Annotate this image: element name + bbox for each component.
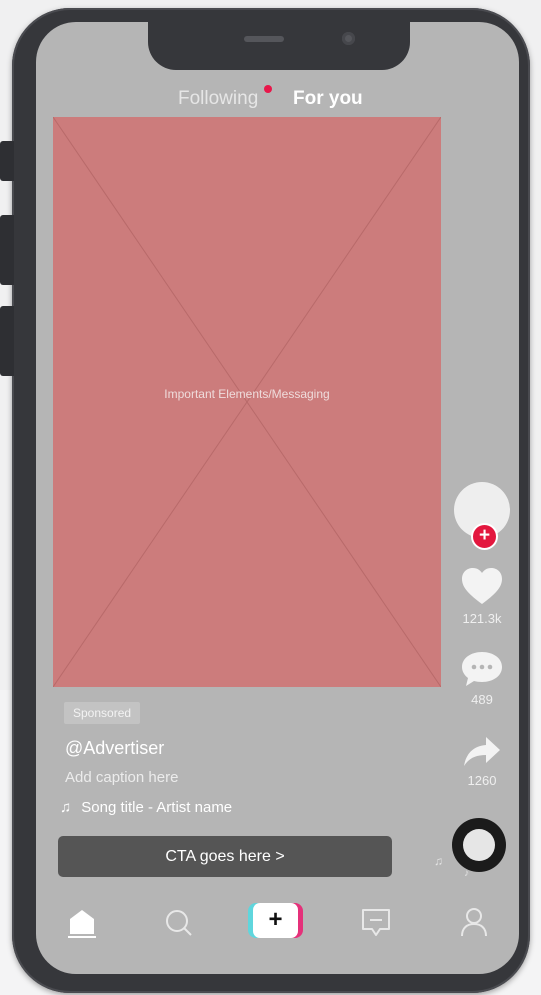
notification-dot [264,85,272,93]
music-note-icon: ♫ [60,799,72,816]
phone-screen: Following For you Important Elements/Mes… [36,22,519,974]
volume-down-button [0,306,14,376]
profile-icon[interactable] [459,906,489,938]
song-info[interactable]: ♫ Song title - Artist name [60,799,232,816]
speaker-grille [244,36,284,42]
heart-icon[interactable] [460,566,504,606]
plus-icon: + [253,903,298,938]
cta-button[interactable]: CTA goes here > [58,836,392,877]
share-count: 1260 [467,773,497,788]
create-button[interactable]: + [248,903,303,938]
tab-for-you[interactable]: For you [293,88,363,110]
placeholder-cross [53,117,441,687]
share-icon[interactable] [462,735,502,769]
comment-icon[interactable] [460,649,504,689]
tab-following[interactable]: Following [178,88,258,110]
video-placeholder[interactable]: Important Elements/Messaging [53,117,441,687]
comment-count: 489 [471,692,493,707]
advertiser-handle[interactable]: @Advertiser [65,738,164,759]
video-placeholder-label: Important Elements/Messaging [164,387,330,401]
inbox-icon[interactable] [360,906,392,938]
volume-up-button [0,215,14,285]
music-disc[interactable] [452,818,506,872]
search-icon[interactable] [164,908,194,938]
feed-tabs: Following For you [36,88,519,114]
mute-switch [0,141,14,181]
follow-plus-button[interactable]: + [471,523,498,550]
like-count: 121.3k [462,611,502,626]
song-title: Song title - Artist name [81,799,233,816]
floating-note-icon: ♫ [434,854,443,868]
home-icon[interactable] [66,906,98,938]
notch [148,22,410,70]
sponsored-badge: Sponsored [64,702,141,724]
music-disc-center [463,829,495,861]
post-caption: Add caption here [65,769,179,786]
front-camera [342,32,355,45]
